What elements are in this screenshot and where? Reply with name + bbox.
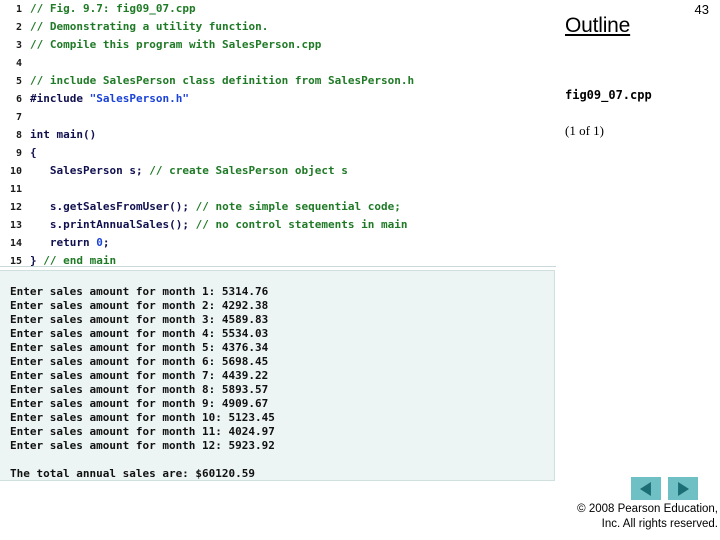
output-line: Enter sales amount for month 10: 5123.45 <box>10 411 275 424</box>
copyright-line-2: Inc. All rights reserved. <box>601 518 718 530</box>
code-line: 9{ <box>0 144 556 162</box>
code-line: 13 s.printAnnualSales(); // no control s… <box>0 216 556 234</box>
output-line: Enter sales amount for month 1: 5314.76 <box>10 285 269 298</box>
output-line: Enter sales amount for month 11: 4024.97 <box>10 425 275 438</box>
code-token-cmt: // Fig. 9.7: fig09_07.cpp <box>30 2 196 15</box>
code-line: 4 <box>0 54 556 72</box>
line-number: 9 <box>15 148 22 159</box>
code-token-kw: int main() <box>30 128 97 141</box>
line-number: 3 <box>15 40 22 51</box>
code-token-plain: s.getSalesFromUser(); <box>30 200 196 213</box>
code-listing-panel: 1 // Fig. 9.7: fig09_07.cpp 2 // Demonstrat… <box>0 0 556 267</box>
code-line: 6 #include "SalesPerson.h" <box>0 90 556 108</box>
outline-heading: Outline <box>565 14 631 37</box>
output-line: Enter sales amount for month 7: 4439.22 <box>10 369 269 382</box>
code-token-cmt: // Demonstrating a utility function. <box>30 20 269 33</box>
program-output-panel: Enter sales amount for month 1: 5314.76 E… <box>0 270 555 481</box>
code-token-cmt: // Compile this program with SalesPerson… <box>30 38 322 51</box>
code-line: 1 // Fig. 9.7: fig09_07.cpp <box>0 0 556 18</box>
outline-progress-indicator: (1 of 1) <box>565 123 604 138</box>
line-number: 4 <box>15 58 22 69</box>
code-token-kw: ; <box>102 236 110 249</box>
output-line: Enter sales amount for month 9: 4909.67 <box>10 397 269 410</box>
outline-file-name: fig09_07.cpp <box>565 88 652 102</box>
code-token-plain: { <box>30 146 37 159</box>
line-number: 14 <box>9 238 22 249</box>
code-line: 11 <box>0 180 556 198</box>
code-token-cmt: // note simple sequential code; <box>195 200 401 213</box>
output-line: Enter sales amount for month 4: 5534.03 <box>10 327 269 340</box>
copyright-notice: © 2008 Pearson Education, Inc. All right… <box>558 502 718 532</box>
output-line: Enter sales amount for month 8: 5893.57 <box>10 383 269 396</box>
output-line: Enter sales amount for month 3: 4589.83 <box>10 313 269 326</box>
line-number: 6 <box>15 94 22 105</box>
output-line: Enter sales amount for month 12: 5923.92 <box>10 439 275 452</box>
slide-navigation <box>631 477 720 501</box>
code-token-kw: return <box>30 236 97 249</box>
code-token-kw: #include <box>30 92 90 105</box>
line-number: 7 <box>15 112 22 123</box>
code-line: 15} // end main <box>0 252 556 270</box>
line-number: 12 <box>9 202 22 213</box>
triangle-left-icon <box>639 481 651 496</box>
line-number: 2 <box>15 22 22 33</box>
code-output-divider <box>0 266 556 267</box>
line-number: 1 <box>15 4 22 15</box>
line-number: 11 <box>9 184 22 195</box>
code-token-cmt: // no control statements in main <box>195 218 408 231</box>
line-number: 13 <box>9 220 22 231</box>
previous-slide-button[interactable] <box>631 477 661 500</box>
output-line: The total annual sales are: $60120.59 <box>10 467 256 480</box>
code-line: 14 return 0; <box>0 234 556 252</box>
code-line: 2 // Demonstrating a utility function. <box>0 18 556 36</box>
line-number: 8 <box>15 130 22 141</box>
copyright-line-1: © 2008 Pearson Education, <box>577 503 718 515</box>
code-token-plain: SalesPerson s; <box>30 164 150 177</box>
output-line: Enter sales amount for month 6: 5698.45 <box>10 355 269 368</box>
code-line: 5 // include SalesPerson class definition… <box>0 72 556 90</box>
code-token-num: 0 <box>96 236 103 249</box>
triangle-right-icon <box>678 481 690 496</box>
output-line: Enter sales amount for month 5: 4376.34 <box>10 341 269 354</box>
code-line: 10 SalesPerson s; // create SalesPerson … <box>0 162 556 180</box>
line-number: 10 <box>9 166 22 177</box>
code-token-cmt: // include SalesPerson class definition … <box>30 74 415 87</box>
code-token-str: "SalesPerson.h" <box>89 92 189 105</box>
code-line: 12 s.getSalesFromUser(); // note simple … <box>0 198 556 216</box>
code-line: 8 int main() <box>0 126 556 144</box>
line-number: 15 <box>9 256 22 267</box>
outline-sidebar: 43 Outline fig09_07.cpp (1 of 1) © 2008 … <box>556 0 720 540</box>
output-blank-line <box>10 453 554 467</box>
next-slide-button[interactable] <box>668 477 698 500</box>
code-token-plain: s.printAnnualSales(); <box>30 218 196 231</box>
code-line: 7 <box>0 108 556 126</box>
code-token-cmt: // create SalesPerson object s <box>149 164 348 177</box>
page-number: 43 <box>694 2 709 17</box>
line-number: 5 <box>15 76 22 87</box>
code-line: 3 // Compile this program with SalesPerso… <box>0 36 556 54</box>
output-line: Enter sales amount for month 2: 4292.38 <box>10 299 269 312</box>
